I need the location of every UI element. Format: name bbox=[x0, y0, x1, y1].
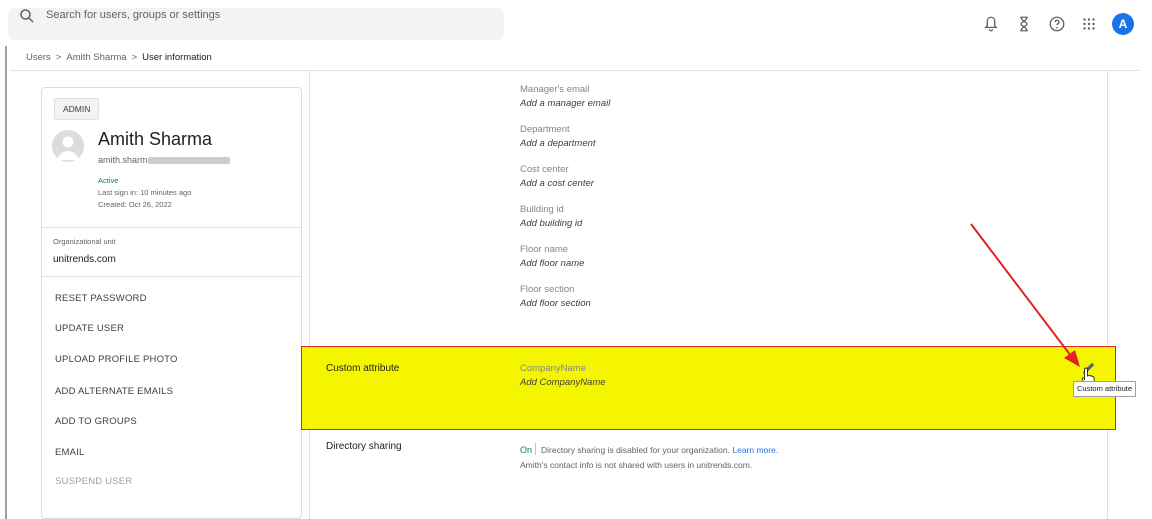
company-name-label: CompanyName bbox=[520, 363, 586, 374]
update-user-button[interactable]: UPDATE USER bbox=[55, 323, 124, 334]
field-label: Manager's email bbox=[520, 84, 590, 95]
hourglass-icon[interactable] bbox=[1015, 15, 1033, 33]
department-value[interactable]: Add a department bbox=[520, 138, 596, 149]
content-right-border bbox=[1107, 71, 1108, 519]
field-label: Department bbox=[520, 124, 570, 135]
email-button[interactable]: EMAIL bbox=[55, 447, 85, 458]
apps-grid-icon[interactable] bbox=[1080, 15, 1098, 33]
field-label: Cost center bbox=[520, 164, 569, 175]
account-avatar[interactable]: A bbox=[1112, 13, 1134, 35]
org-unit-value: unitrends.com bbox=[53, 254, 116, 265]
card-divider bbox=[42, 227, 301, 228]
admin-badge: ADMIN bbox=[54, 98, 100, 120]
custom-attribute-highlight bbox=[301, 346, 1116, 430]
org-unit-label: Organizational unit bbox=[53, 237, 116, 246]
directory-sharing-text: Directory sharing is disabled for your o… bbox=[541, 445, 730, 455]
left-scroll-indicator bbox=[5, 46, 7, 519]
custom-attribute-section-label: Custom attribute bbox=[326, 363, 400, 374]
email-redaction bbox=[148, 157, 230, 164]
breadcrumb-separator: > bbox=[55, 52, 62, 63]
company-name-value[interactable]: Add CompanyName bbox=[520, 377, 606, 388]
directory-sharing-message: Directory sharing is disabled for your o… bbox=[541, 445, 778, 455]
header-divider bbox=[10, 70, 1140, 71]
person-icon bbox=[57, 136, 79, 160]
content-left-border bbox=[309, 71, 310, 519]
field-label: Building id bbox=[520, 204, 564, 215]
manager-email-value[interactable]: Add a manager email bbox=[520, 98, 610, 109]
floor-section-value[interactable]: Add floor section bbox=[520, 298, 591, 309]
learn-more-link[interactable]: Learn more. bbox=[732, 445, 778, 455]
user-name: Amith Sharma bbox=[98, 129, 213, 149]
status-separator bbox=[535, 443, 536, 455]
search-icon[interactable] bbox=[18, 7, 36, 25]
search-input[interactable]: Search for users, groups or settings bbox=[46, 9, 220, 21]
created-date: Created: Oct 26, 2022 bbox=[98, 200, 172, 209]
help-icon[interactable] bbox=[1048, 15, 1066, 33]
breadcrumb-user[interactable]: Amith Sharma bbox=[66, 52, 126, 63]
field-label: Floor section bbox=[520, 284, 575, 295]
directory-sharing-note: Amith's contact info is not shared with … bbox=[520, 460, 753, 470]
breadcrumb: Users > Amith Sharma > User information bbox=[26, 52, 212, 63]
floor-name-value[interactable]: Add floor name bbox=[520, 258, 584, 269]
field-label: Floor name bbox=[520, 244, 569, 255]
directory-sharing-status: On bbox=[520, 445, 533, 455]
add-alternate-emails-button[interactable]: ADD ALTERNATE EMAILS bbox=[55, 386, 173, 397]
notifications-icon[interactable] bbox=[982, 15, 1000, 33]
building-id-value[interactable]: Add building id bbox=[520, 218, 582, 229]
user-email: amith.sharma bbox=[98, 155, 153, 165]
directory-sharing-section-label: Directory sharing bbox=[326, 441, 402, 452]
status-label: Active bbox=[98, 176, 119, 185]
cost-center-value[interactable]: Add a cost center bbox=[520, 178, 594, 189]
breadcrumb-users[interactable]: Users bbox=[26, 52, 51, 63]
card-divider bbox=[42, 276, 301, 277]
last-sign-in: Last sign in: 10 minutes ago bbox=[98, 188, 192, 197]
suspend-user-button[interactable]: SUSPEND USER bbox=[55, 476, 132, 487]
breadcrumb-current: User information bbox=[142, 52, 212, 63]
user-avatar[interactable] bbox=[52, 130, 84, 162]
tooltip: Custom attribute bbox=[1073, 381, 1137, 397]
upload-profile-photo-button[interactable]: UPLOAD PROFILE PHOTO bbox=[55, 354, 178, 365]
reset-password-button[interactable]: RESET PASSWORD bbox=[55, 293, 147, 304]
add-to-groups-button[interactable]: ADD TO GROUPS bbox=[55, 416, 137, 427]
breadcrumb-separator: > bbox=[131, 52, 138, 63]
